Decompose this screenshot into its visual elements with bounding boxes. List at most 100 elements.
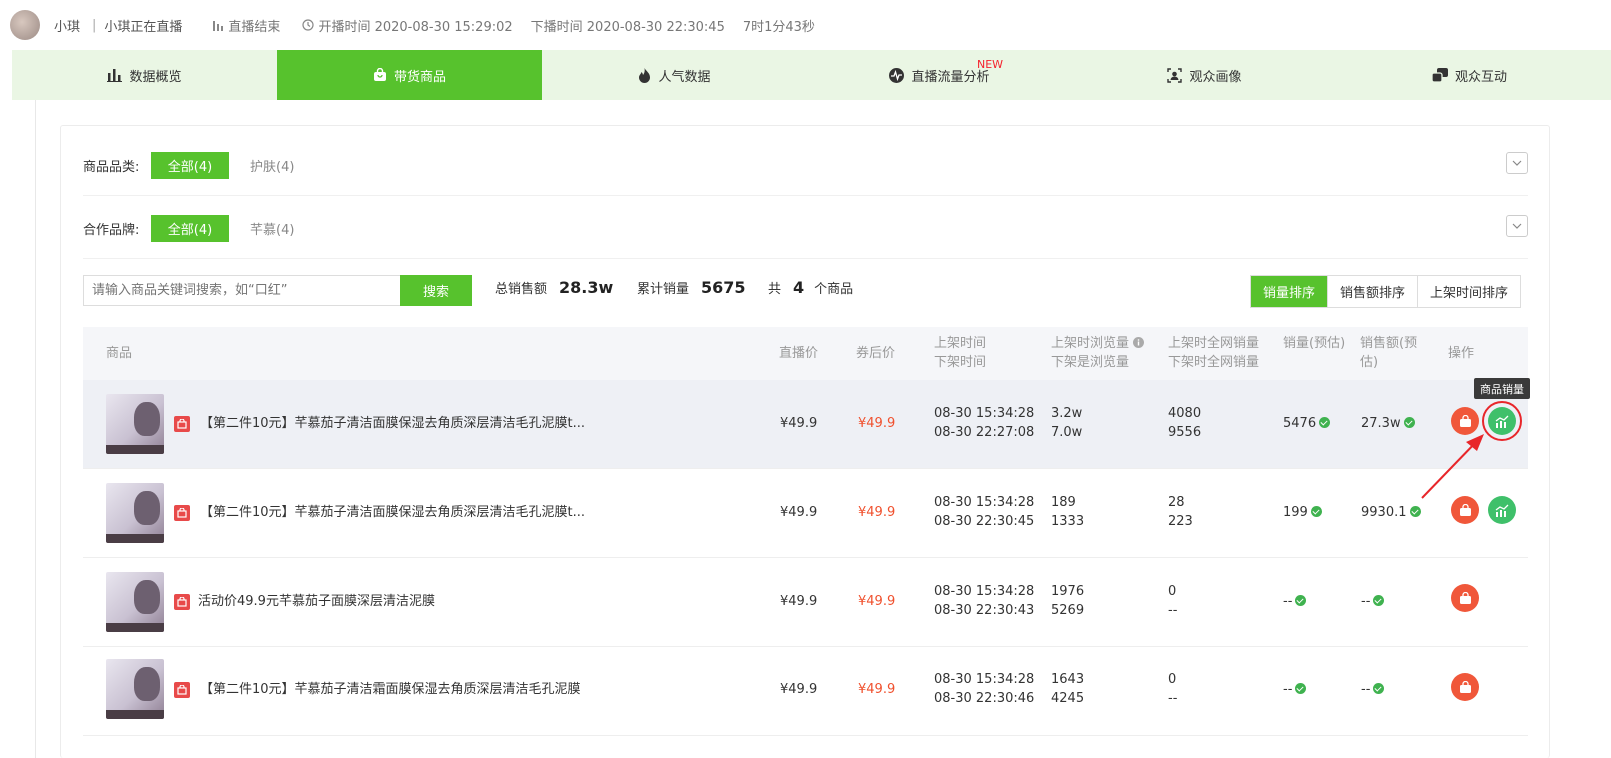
product-name[interactable]: 【第二件10元】芊慕茄子清洁霜面膜保湿去角质深层清洁毛孔泥膜 xyxy=(200,680,581,699)
revenue-cell: -- xyxy=(1361,592,1385,611)
avatar[interactable] xyxy=(10,10,40,40)
chevron-down-icon xyxy=(1512,160,1522,166)
off-time: 08-30 22:30:46 xyxy=(934,691,1035,706)
category-skincare-chip[interactable]: 护肤(4) xyxy=(250,156,294,175)
net-on: 28 xyxy=(1168,495,1185,510)
portrait-icon xyxy=(1167,67,1183,83)
buy-button[interactable] xyxy=(1451,673,1479,701)
live-price: ¥49.9 xyxy=(780,416,818,431)
net-on: 4080 xyxy=(1168,406,1202,421)
tab-label: 数据概览 xyxy=(129,69,182,85)
end-time: 下播时间 2020-08-30 22:30:45 xyxy=(530,19,725,35)
category-filter: 商品品类: 全部(4) 护肤(4) xyxy=(83,152,1528,179)
net-off: -- xyxy=(1168,691,1178,706)
table-row[interactable]: 【第二件10元】芊慕茄子清洁面膜保湿去角质深层清洁毛孔泥膜t... ¥49.9 … xyxy=(83,469,1528,558)
category-expand-button[interactable] xyxy=(1506,152,1528,174)
search-button[interactable]: 搜索 xyxy=(400,275,472,306)
product-thumbnail[interactable] xyxy=(106,572,164,632)
table-row[interactable]: 【第二件10元】芊慕茄子清洁霜面膜保湿去角质深层清洁毛孔泥膜 ¥49.9 ¥49… xyxy=(83,647,1528,736)
tab-traffic-analysis[interactable]: 直播流量分析 NEW xyxy=(807,50,1072,100)
net-sales: 0 -- xyxy=(1168,670,1177,708)
sales-tooltip: 商品销量 xyxy=(1474,378,1530,399)
category-label: 商品品类: xyxy=(83,160,140,175)
tab-data-overview[interactable]: 数据概览 xyxy=(12,50,277,100)
brand-all-chip[interactable]: 全部(4) xyxy=(151,215,229,242)
trend-chart-icon xyxy=(1495,504,1508,517)
sort-by-volume-button[interactable]: 销量排序 xyxy=(1251,276,1328,307)
col-live-price: 直播价 xyxy=(779,346,819,361)
col-off-time: 下架时间 xyxy=(934,355,987,370)
sort-group: 销量排序 销售额排序 上架时间排序 xyxy=(1250,275,1522,308)
col-net-on: 上架时全网销量 xyxy=(1168,336,1260,351)
table-row[interactable]: 【第二件10元】芊慕茄子清洁面膜保湿去角质深层清洁毛孔泥膜t... ¥49.9 … xyxy=(83,380,1528,469)
product-count-stat: 共 4 个商品 xyxy=(768,278,853,297)
brand-qianmu-chip[interactable]: 芊慕(4) xyxy=(250,219,294,238)
interaction-icon xyxy=(1431,67,1448,83)
revenue-cell: 9930.1 xyxy=(1361,503,1421,522)
product-thumbnail[interactable] xyxy=(106,394,164,454)
coupon-price: ¥49.9 xyxy=(858,682,896,697)
revenue-cell: -- xyxy=(1361,680,1385,699)
buy-button[interactable] xyxy=(1451,584,1479,612)
info-icon[interactable] xyxy=(1133,337,1145,348)
shopping-bag-icon xyxy=(1459,680,1471,693)
on-time: 08-30 15:34:28 xyxy=(934,584,1035,599)
product-thumbnail[interactable] xyxy=(106,659,164,719)
sales-trend-button[interactable] xyxy=(1488,496,1516,524)
on-time: 08-30 15:34:28 xyxy=(934,495,1035,510)
streamer-name[interactable]: 小琪 xyxy=(54,16,80,35)
views-on: 1643 xyxy=(1051,672,1085,687)
tmall-icon xyxy=(174,594,190,610)
views-on: 189 xyxy=(1051,495,1076,510)
product-name[interactable]: 【第二件10元】芊慕茄子清洁面膜保湿去角质深层清洁毛孔泥膜t... xyxy=(200,414,585,433)
trend-chart-icon xyxy=(1495,415,1508,428)
views-off: 5269 xyxy=(1051,603,1085,618)
tab-popularity[interactable]: 人气数据 xyxy=(542,50,807,100)
live-price: ¥49.9 xyxy=(780,682,818,697)
listing-times: 08-30 15:34:28 08-30 22:30:46 xyxy=(934,670,1034,708)
net-sales: 4080 9556 xyxy=(1168,404,1201,442)
brand-filter: 合作品牌: 全部(4) 芊慕(4) xyxy=(83,215,1528,242)
buy-button[interactable] xyxy=(1451,407,1479,435)
tab-audience-interaction[interactable]: 观众互动 xyxy=(1337,50,1602,100)
live-price: ¥49.9 xyxy=(780,594,818,609)
views: 1976 5269 xyxy=(1051,582,1084,620)
count-prefix: 共 xyxy=(768,282,782,297)
shopping-bag-icon xyxy=(1459,414,1471,427)
table-row[interactable]: 活动价49.9元芊慕茄子面膜深层清洁泥膜 ¥49.9 ¥49.9 08-30 1… xyxy=(83,558,1528,647)
product-name[interactable]: 活动价49.9元芊慕茄子面膜深层清洁泥膜 xyxy=(198,592,435,611)
col-listing-time: 上架时间 下架时间 xyxy=(934,334,986,372)
views: 1643 4245 xyxy=(1051,670,1084,708)
sales-value: 5476 xyxy=(1283,416,1317,431)
tmall-icon xyxy=(174,505,190,521)
views-on: 1976 xyxy=(1051,584,1085,599)
sales-trend-button[interactable] xyxy=(1488,407,1516,435)
sort-by-revenue-button[interactable]: 销售额排序 xyxy=(1327,276,1417,307)
off-time: 08-30 22:27:08 xyxy=(934,425,1035,440)
listing-times: 08-30 15:34:28 08-30 22:27:08 xyxy=(934,404,1034,442)
sort-by-listing-time-button[interactable]: 上架时间排序 xyxy=(1417,276,1520,307)
tab-label: 人气数据 xyxy=(658,69,711,85)
net-sales: 28 223 xyxy=(1168,493,1193,531)
revenue-value: -- xyxy=(1361,594,1371,609)
buy-button[interactable] xyxy=(1451,496,1479,524)
tab-audience-portrait[interactable]: 观众画像 xyxy=(1072,50,1337,100)
views-off: 1333 xyxy=(1051,514,1085,529)
product-thumbnail[interactable] xyxy=(106,483,164,543)
tab-label: 带货商品 xyxy=(393,69,446,85)
revenue-value: 27.3w xyxy=(1361,416,1401,431)
coupon-price: ¥49.9 xyxy=(858,505,896,520)
tab-products[interactable]: 带货商品 xyxy=(277,50,542,100)
coupon-price: ¥49.9 xyxy=(858,594,896,609)
net-on: 0 xyxy=(1168,584,1177,599)
search-input[interactable] xyxy=(83,275,401,306)
shopping-bag-icon xyxy=(1459,503,1471,516)
shopping-bag-icon xyxy=(1459,591,1471,604)
product-name[interactable]: 【第二件10元】芊慕茄子清洁面膜保湿去角质深层清洁毛孔泥膜t... xyxy=(200,503,585,522)
views: 189 1333 xyxy=(1051,493,1084,531)
shopping-bag-icon xyxy=(373,68,386,81)
category-all-chip[interactable]: 全部(4) xyxy=(151,152,229,179)
verified-icon xyxy=(1403,417,1415,428)
sales-cell: 199 xyxy=(1283,503,1322,522)
brand-expand-button[interactable] xyxy=(1506,215,1528,237)
